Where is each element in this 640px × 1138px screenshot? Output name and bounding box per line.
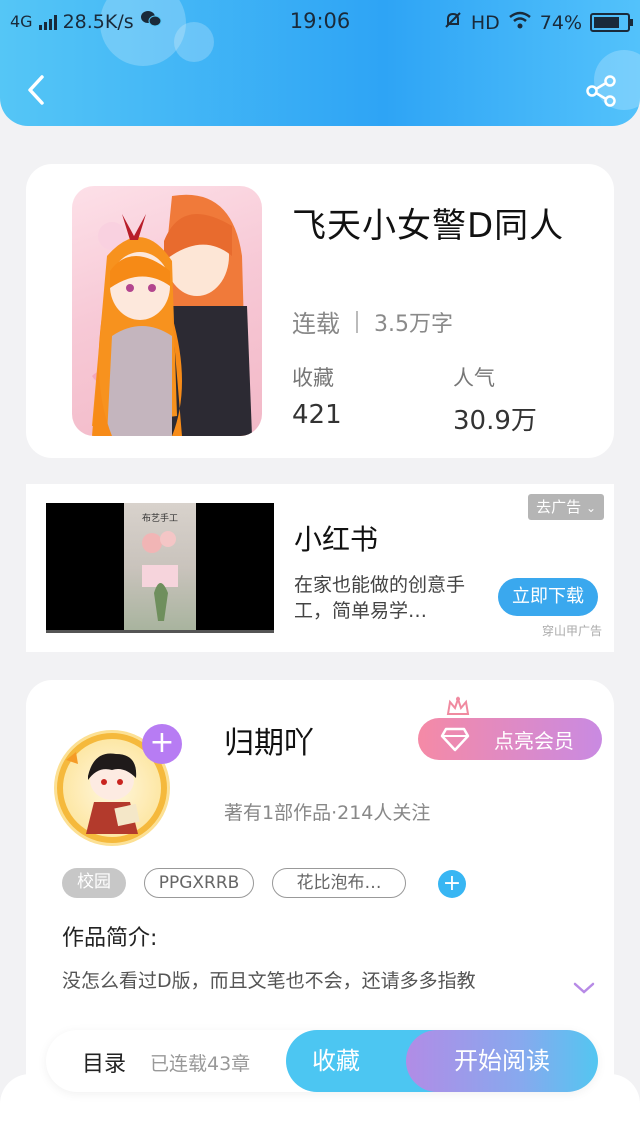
ad-title: 小红书 [294,523,379,556]
word-count: 3.5万字 [374,311,453,337]
hd-label: HD [470,11,500,34]
ad-video-thumbnail: 布艺手工 [124,503,196,633]
ad-description: 在家也能做的创意手工，简单易学… [294,574,466,622]
book-title: 飞天小女警D同人 [292,206,565,246]
share-button[interactable] [584,74,618,108]
crown-icon [446,696,470,715]
favorites-value: 421 [292,400,342,430]
ad-banner[interactable]: 布艺手工 小红书 在家也能做的创意手工，简单易学… 去广告 ⌄ 立即下载 穿山甲… [26,484,614,652]
status-bar: 4G 28.5K/s 19:06 HD 74% [0,0,640,44]
diamond-icon [440,727,470,752]
battery-percent: 74% [539,11,582,34]
tag-item[interactable]: 花比泡布… [272,868,406,898]
toc-button[interactable]: 目录 [82,1046,126,1078]
tag-item[interactable]: 校园 [62,868,126,898]
download-button[interactable]: 立即下载 [498,578,598,616]
tag-item[interactable]: PPGXRRB [144,868,254,898]
author-name: 归期吖 [224,726,314,761]
intro-title: 作品简介: [62,926,158,951]
divider [356,310,358,333]
app-header: 4G 28.5K/s 19:06 HD 74% [0,0,640,126]
start-reading-button[interactable]: 开始阅读 [406,1030,598,1092]
book-meta: 连载 3.5万字 [292,304,453,339]
intro-text: 没怎么看过D版，而且文笔也不会，还请多多指教 [62,970,476,992]
remove-ad-label: 去广告 [536,498,582,516]
share-icon [586,75,616,107]
chevron-down-icon: ⌄ [585,501,596,515]
back-button[interactable] [18,70,54,110]
popularity-value: 30.9万 [453,406,537,436]
battery-icon [590,13,633,32]
chevron-down-icon[interactable] [572,980,596,996]
popularity-label: 人气 [453,366,495,390]
remove-ad-button[interactable]: 去广告 ⌄ [528,494,604,520]
chapter-count: 已连载43章 [150,1053,251,1075]
follow-author-button[interactable]: + [142,724,182,764]
serial-status: 连载 [292,310,340,338]
back-arrow-icon [28,75,44,105]
vip-label: 点亮会员 [494,728,574,753]
ad-video-image [142,531,178,621]
book-cover[interactable] [72,186,262,436]
ad-source: 穿山甲广告 [541,624,602,638]
favorites-label: 收藏 [292,366,334,390]
cover-illustration [92,194,252,436]
mute-icon [443,10,463,35]
author-stats: 著有1部作品·214人关注 [224,802,431,824]
book-info-card: 飞天小女警D同人 连载 3.5万字 收藏 421 人气 30.9万 [26,164,614,458]
wifi-icon [508,11,532,34]
ad-video-progress [46,630,274,633]
ad-video[interactable]: 布艺手工 [46,503,274,633]
bottom-action-bar: 目录 已连载43章 收藏 开始阅读 [46,1030,598,1092]
add-tag-button[interactable]: + [438,870,466,898]
